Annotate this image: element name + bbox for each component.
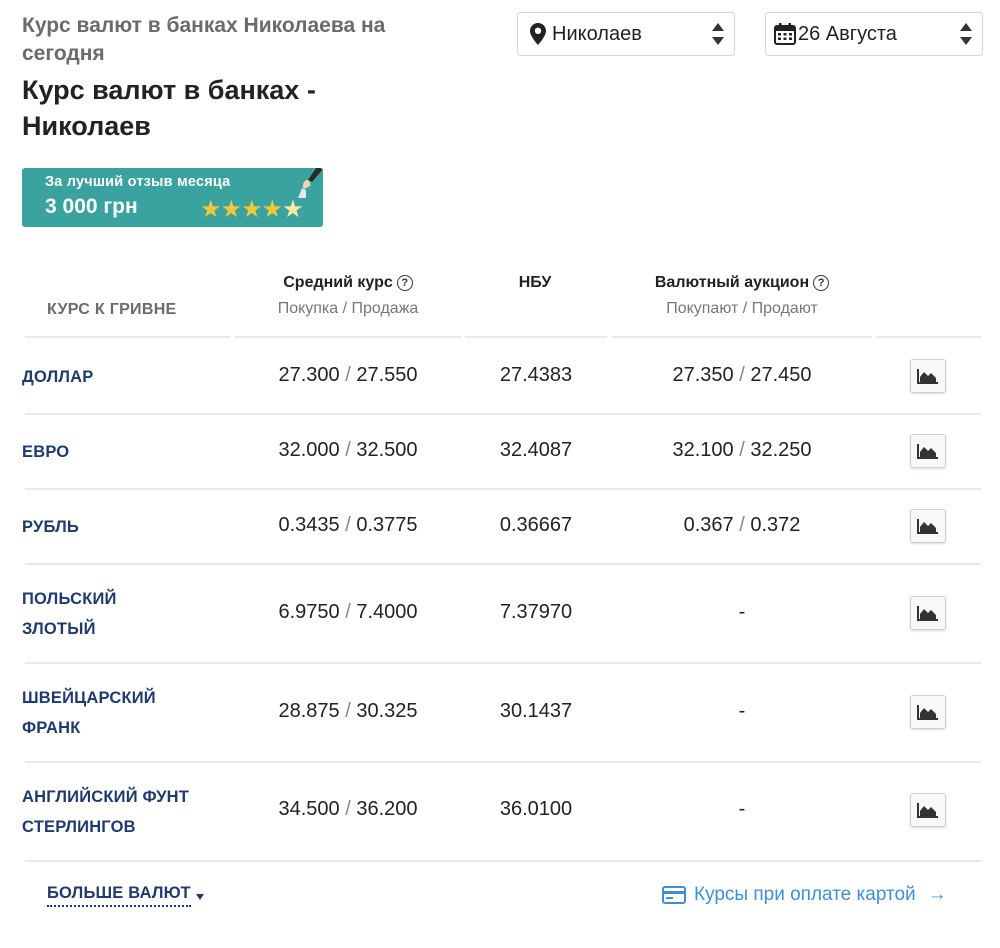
divider (25, 860, 981, 862)
banner-amount: 3 000 грн (45, 195, 138, 218)
divider (612, 336, 872, 338)
chart-button[interactable] (910, 359, 946, 393)
map-pin-icon (530, 23, 546, 45)
date-select[interactable]: 26 Августа (765, 12, 983, 56)
currency-name[interactable]: АНГЛИЙСКИЙ ФУНТ СТЕРЛИНГОВ (22, 782, 189, 842)
average-rate: 6.9750 / 7.4000 (278, 601, 418, 623)
column-subtitle: Покупают / Продают (666, 300, 818, 317)
auction-rate: - (738, 798, 746, 820)
chart-button[interactable] (910, 793, 946, 827)
chart-button[interactable] (910, 509, 946, 543)
column-title: Средний курс (283, 274, 393, 291)
auction-rate: 27.350 / 27.450 (672, 364, 812, 386)
banner-text: За лучший отзыв месяца (45, 174, 231, 190)
average-rate: 0.3435 / 0.3775 (278, 514, 418, 536)
area-chart-icon (917, 705, 938, 720)
average-rate: 34.500 / 36.200 (278, 798, 418, 820)
currency-name[interactable]: ШВЕЙЦАРСКИЙ ФРАНК (22, 683, 156, 743)
chart-button[interactable] (910, 434, 946, 468)
auction-rate: 32.100 / 32.250 (672, 439, 812, 461)
average-rate: 27.300 / 27.550 (278, 364, 418, 386)
hand-pen-icon (298, 168, 323, 198)
area-chart-icon (917, 606, 938, 621)
review-promo-banner[interactable]: За лучший отзыв месяца 3 000 грн ★★★★★ (22, 168, 323, 227)
date-select-value: 26 Августа (798, 22, 897, 45)
divider (25, 488, 981, 490)
divider (465, 336, 607, 338)
column-header-nbu: НБУ (465, 274, 605, 292)
column-header-average: Средний курс? Покупка / Продажа (237, 274, 459, 318)
currency-name[interactable]: РУБЛЬ (22, 512, 79, 542)
divider (235, 336, 461, 338)
city-select-value: Николаев (552, 22, 642, 45)
column-header-auction: Валютный аукцион? Покупают / Продают (612, 274, 872, 318)
divider (877, 336, 981, 338)
chart-button[interactable] (910, 695, 946, 729)
divider (25, 662, 981, 664)
area-chart-icon (917, 519, 938, 534)
column-title: НБУ (518, 274, 552, 291)
auction-rate: - (738, 601, 746, 623)
average-rate: 28.875 / 30.325 (278, 700, 418, 722)
area-chart-icon (917, 369, 938, 384)
divider (25, 563, 981, 565)
column-title: Валютный аукцион (654, 274, 810, 291)
auction-rate: 0.367 / 0.372 (683, 514, 801, 536)
page-title: Курс валют в банках - Николаев (22, 75, 316, 141)
city-select[interactable]: Николаев (517, 12, 735, 56)
currency-name[interactable]: ПОЛЬСКИЙ ЗЛОТЫЙ (22, 584, 117, 644)
divider (25, 761, 981, 763)
calendar-icon (774, 23, 796, 45)
page-subtitle: Курс валют в банках Николаева на сегодня (22, 14, 386, 65)
select-arrows-icon (960, 21, 972, 47)
column-subtitle: Покупка / Продажа (277, 300, 419, 317)
card-rates-link[interactable]: Курсы при оплате картой → (662, 884, 947, 906)
stars-icon: ★★★★★ (200, 196, 304, 223)
nbu-rate: 30.1437 (499, 700, 573, 722)
area-chart-icon (917, 444, 938, 459)
nbu-rate: 7.37970 (499, 601, 573, 623)
column-header-currency: КУРС К ГРИВНЕ (47, 301, 177, 318)
credit-card-icon (662, 886, 686, 904)
caret-down-icon[interactable] (196, 894, 204, 900)
help-icon[interactable]: ? (813, 275, 830, 291)
chart-button[interactable] (910, 596, 946, 630)
area-chart-icon (917, 803, 938, 818)
card-rates-label: Курсы при оплате картой (694, 884, 916, 905)
more-currencies-link[interactable]: БОЛЬШЕ ВАЛЮТ (47, 884, 191, 907)
select-arrows-icon (712, 21, 724, 47)
average-rate: 32.000 / 32.500 (278, 439, 418, 461)
divider (25, 336, 230, 338)
nbu-rate: 36.0100 (499, 798, 573, 820)
help-icon[interactable]: ? (396, 275, 413, 291)
divider (25, 413, 981, 415)
nbu-rate: 32.4087 (499, 439, 573, 461)
currency-name[interactable]: ЕВРО (22, 437, 69, 467)
arrow-right-icon: → (927, 884, 947, 905)
currency-name[interactable]: ДОЛЛАР (22, 362, 93, 392)
nbu-rate: 27.4383 (499, 364, 573, 386)
nbu-rate: 0.36667 (499, 514, 573, 536)
auction-rate: - (738, 700, 746, 722)
